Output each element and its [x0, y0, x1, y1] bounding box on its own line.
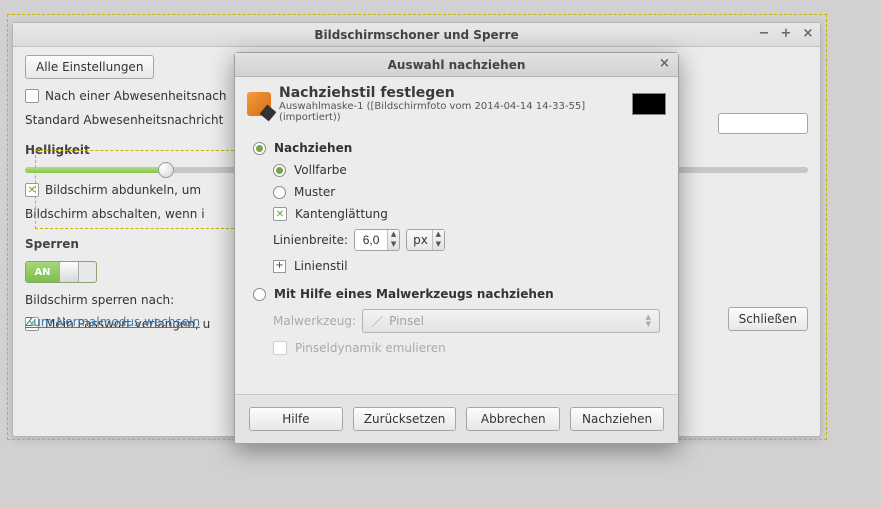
normal-mode-link[interactable]: Zum Normalmodus wechseln — [25, 315, 200, 329]
pattern-radio[interactable] — [273, 186, 286, 199]
painttool-dropdown: ／ Pinsel ▲▼ — [362, 309, 660, 333]
away-message-input[interactable] — [718, 113, 808, 134]
bg-close-button[interactable]: Schließen — [728, 307, 808, 331]
brushdyn-checkbox — [273, 341, 287, 355]
bg-window-title: Bildschirmschoner und Sperre — [314, 28, 518, 42]
after-away-checkbox[interactable] — [25, 89, 39, 103]
spinner-down-icon[interactable]: ▼ — [388, 240, 399, 250]
lock-toggle[interactable]: AN — [25, 261, 97, 283]
dialog-heading: Nachziehstil festlegen — [279, 85, 624, 101]
close-icon[interactable]: × — [800, 26, 816, 42]
trace-radio[interactable] — [253, 142, 266, 155]
pattern-label: Muster — [294, 185, 335, 199]
cancel-button[interactable]: Abbrechen — [466, 407, 560, 431]
dialog-titlebar: Auswahl nachziehen × — [235, 53, 678, 77]
brush-icon: ／ — [371, 313, 383, 330]
trace-group-label: Nachziehen — [274, 141, 352, 155]
linewidth-unit-select[interactable]: px ▲▼ — [406, 229, 445, 251]
stroke-button[interactable]: Nachziehen — [570, 407, 664, 431]
unit-down-icon[interactable]: ▼ — [433, 240, 444, 250]
solid-color-label: Vollfarbe — [294, 163, 347, 177]
solid-color-radio[interactable] — [273, 164, 286, 177]
painttool-value: Pinsel — [389, 314, 424, 328]
painttool-label: Malwerkzeug: — [273, 314, 356, 328]
dialog-titlebar-text: Auswahl nachziehen — [388, 58, 526, 72]
toggle-on-label: AN — [26, 262, 59, 282]
linewidth-unit-label: px — [413, 233, 428, 247]
reset-button[interactable]: Zurücksetzen — [353, 407, 457, 431]
stroke-selection-dialog: Auswahl nachziehen × Nachziehstil festle… — [234, 52, 679, 444]
dialog-subtitle: Auswahlmaske-1 ([Bildschirmfoto vom 2014… — [279, 101, 624, 123]
dim-screen-checkbox[interactable] — [25, 183, 39, 197]
paint-tool-radio[interactable] — [253, 288, 266, 301]
linewidth-spinner[interactable]: ▲▼ — [354, 229, 400, 251]
maximize-icon[interactable]: + — [778, 26, 794, 42]
dialog-close-icon[interactable]: × — [657, 57, 672, 72]
linewidth-label: Linienbreite: — [273, 233, 348, 247]
unit-up-icon[interactable]: ▲ — [433, 230, 444, 240]
linestyle-expander[interactable]: + — [273, 260, 286, 273]
linewidth-value[interactable] — [355, 230, 387, 250]
lock-after-label: Bildschirm sperren nach: — [25, 293, 174, 307]
paint-tool-group-label: Mit Hilfe eines Malwerkzeugs nachziehen — [274, 287, 554, 301]
antialias-checkbox[interactable] — [273, 207, 287, 221]
brushdyn-label: Pinseldynamik emulieren — [295, 341, 446, 355]
color-swatch[interactable] — [632, 93, 666, 115]
minimize-icon[interactable]: − — [756, 26, 772, 42]
screen-off-label: Bildschirm abschalten, wenn i — [25, 207, 205, 221]
all-settings-button[interactable]: Alle Einstellungen — [25, 55, 154, 79]
bg-window-titlebar: Bildschirmschoner und Sperre − + × — [13, 23, 820, 47]
linestyle-label: Linienstil — [294, 259, 348, 273]
antialias-label: Kantenglättung — [295, 207, 388, 221]
help-button[interactable]: Hilfe — [249, 407, 343, 431]
gimp-brush-icon — [247, 92, 271, 116]
dropdown-down-icon: ▼ — [646, 321, 651, 328]
dim-screen-label: Bildschirm abdunkeln, um — [45, 183, 201, 197]
default-away-msg-label: Standard Abwesenheitsnachricht — [25, 113, 223, 127]
spinner-up-icon[interactable]: ▲ — [388, 230, 399, 240]
after-away-label: Nach einer Abwesenheitsnach — [45, 89, 227, 103]
